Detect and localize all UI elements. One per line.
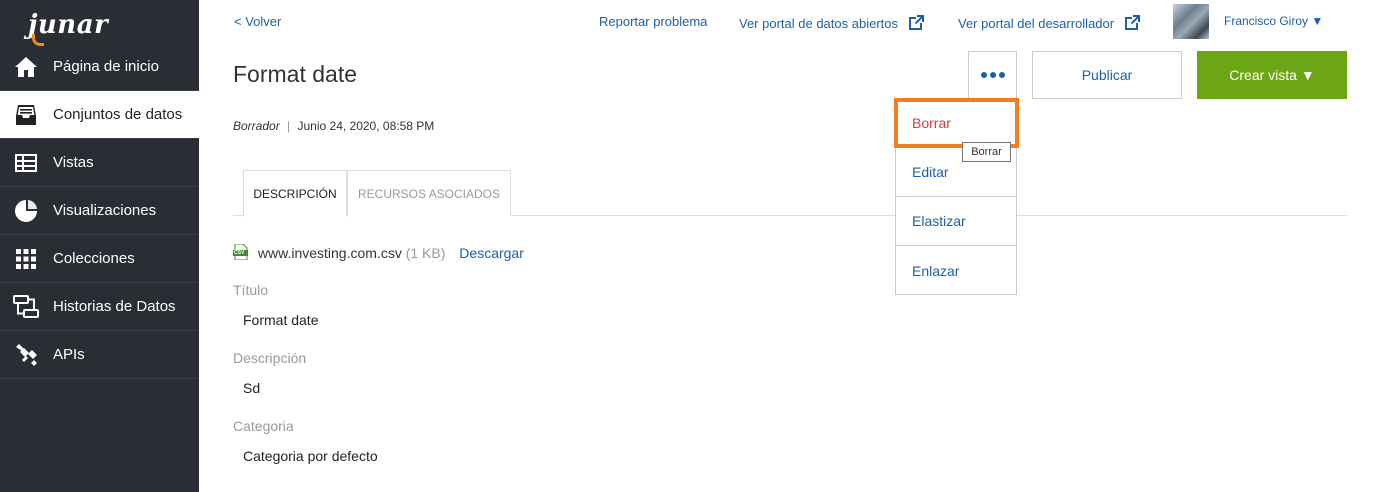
sidebar-item-label: Conjuntos de datos: [53, 106, 183, 123]
description-field-label: Descripción: [233, 350, 307, 366]
tab-associated-resources[interactable]: RECURSOS ASOCIADOS: [347, 170, 511, 216]
title-field-value: Format date: [243, 312, 319, 328]
download-link[interactable]: Descargar: [459, 245, 524, 261]
csv-file-icon: CSV: [233, 243, 248, 261]
sidebar-item-label: Colecciones: [53, 250, 135, 267]
developer-portal-link[interactable]: Ver portal del desarrollador: [958, 14, 1141, 31]
menu-item-elasticize[interactable]: Elastizar: [896, 197, 1016, 246]
tab-description[interactable]: DESCRIPCIÓN: [243, 170, 347, 217]
menu-item-link[interactable]: Enlazar: [896, 246, 1016, 295]
sidebar-item-label: Visualizaciones: [53, 202, 157, 219]
home-icon: [12, 55, 40, 79]
sidebar-item-label: APIs: [53, 346, 85, 363]
sidebar-item-label: Página de inicio: [53, 58, 159, 75]
open-data-portal-link[interactable]: Ver portal de datos abiertos: [739, 14, 925, 31]
sidebar-nav: Página de inicio Conjuntos de datos Vist…: [0, 43, 199, 379]
back-link[interactable]: < Volver: [234, 14, 281, 29]
title-field-label: Título: [233, 282, 269, 298]
report-problem-link[interactable]: Reportar problema: [599, 14, 707, 29]
open-data-portal-label: Ver portal de datos abiertos: [739, 16, 898, 31]
create-view-button[interactable]: Crear vista ▼: [1197, 51, 1347, 99]
publish-button[interactable]: Publicar: [1032, 51, 1182, 99]
page-title: Format date: [233, 61, 357, 87]
sidebar-item-home[interactable]: Página de inicio: [0, 43, 199, 91]
description-field-value: Sd: [243, 380, 261, 396]
avatar[interactable]: [1173, 4, 1209, 39]
table-icon: [12, 151, 40, 175]
sidebar-item-apis[interactable]: APIs: [0, 331, 199, 379]
sidebar-item-data-stories[interactable]: Historias de Datos: [0, 283, 199, 331]
file-size: (1 KB): [405, 245, 446, 261]
meta-separator: |: [287, 119, 291, 133]
more-actions-button[interactable]: [968, 51, 1017, 99]
category-field-label: Categoria: [233, 418, 294, 434]
grid-icon: [12, 247, 40, 271]
file-row: CSV www.investing.com.csv (1 KB) Descarg…: [233, 243, 524, 261]
more-actions-menu: Borrar Editar Elastizar Enlazar: [895, 98, 1017, 295]
status-label: Borrador: [233, 119, 280, 133]
plug-icon: [12, 343, 40, 367]
junar-logo[interactable]: junar: [14, 6, 114, 46]
sidebar-item-views[interactable]: Vistas: [0, 139, 199, 187]
external-link-icon: [1124, 15, 1140, 30]
sidebar-item-datasets[interactable]: Conjuntos de datos: [0, 91, 199, 139]
category-field-value: Categoria por defecto: [243, 448, 378, 464]
dot-icon: [980, 72, 987, 78]
sidebar-item-label: Vistas: [53, 154, 94, 171]
dot-icon: [989, 72, 996, 78]
delete-tooltip: Borrar: [962, 142, 1011, 162]
inbox-icon: [12, 103, 40, 127]
sidebar-item-visualizations[interactable]: Visualizaciones: [0, 187, 199, 235]
sidebar-item-collections[interactable]: Colecciones: [0, 235, 199, 283]
dataset-meta: Borrador | Junio 24, 2020, 08:58 PM: [233, 119, 434, 133]
pie-chart-icon: [12, 199, 40, 223]
developer-portal-label: Ver portal del desarrollador: [958, 16, 1115, 31]
file-name: www.investing.com.csv: [257, 245, 402, 261]
menu-item-delete[interactable]: Borrar: [896, 99, 1016, 148]
csv-icon-label: CSV: [234, 250, 245, 256]
dot-icon: [998, 72, 1005, 78]
sidebar-item-label: Historias de Datos: [53, 298, 176, 315]
external-link-icon: [908, 15, 924, 30]
story-icon: [12, 294, 40, 319]
date-label: Junio 24, 2020, 08:58 PM: [297, 119, 435, 133]
user-menu[interactable]: Francisco Giroy ▼: [1224, 14, 1323, 28]
tab-bar: DESCRIPCIÓN RECURSOS ASOCIADOS: [233, 170, 1347, 217]
sidebar: junar Página de inicio Conjuntos de dato…: [0, 0, 199, 492]
